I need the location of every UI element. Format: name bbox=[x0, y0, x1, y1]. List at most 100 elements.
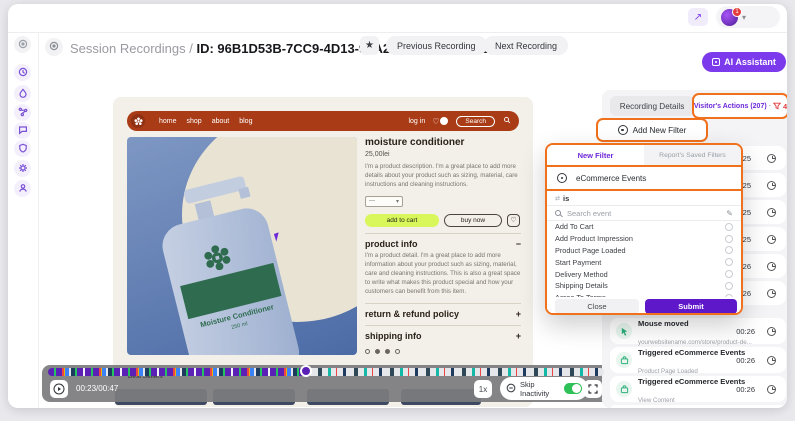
heart-icon: ♡ bbox=[510, 216, 516, 224]
website-search-icon[interactable] bbox=[503, 116, 511, 126]
gear-icon bbox=[18, 160, 28, 178]
divider bbox=[365, 233, 521, 234]
share-button[interactable]: ↗ bbox=[688, 8, 708, 26]
popup-tab-new-filter[interactable]: New Filter bbox=[547, 145, 644, 165]
filter-type-selector[interactable]: eCommerce Events bbox=[547, 165, 741, 191]
clock-icon bbox=[767, 262, 776, 271]
event-option[interactable]: Product Page Loaded bbox=[547, 245, 741, 257]
tab-visitors-actions[interactable]: Visitor's Actions (207) - 4 bbox=[692, 93, 787, 119]
avatar[interactable]: 1 bbox=[721, 9, 738, 26]
shipping-info-accordion[interactable]: shipping info + bbox=[365, 331, 521, 341]
sidebar-item-settings[interactable] bbox=[14, 160, 31, 177]
sidebar-item-heatmaps[interactable] bbox=[14, 85, 31, 102]
add-new-filter-button[interactable]: Add New Filter bbox=[596, 118, 708, 142]
play-button[interactable] bbox=[50, 380, 68, 398]
search-event-input[interactable] bbox=[567, 209, 720, 218]
product-details: moisture conditioner 25,00lei I'm a prod… bbox=[365, 137, 521, 354]
action-row-ecommerce-event[interactable]: Triggered eCommerce EventsView Content 0… bbox=[610, 376, 786, 402]
cart-count-badge[interactable] bbox=[440, 117, 448, 125]
event-option-label: Start Payment bbox=[555, 258, 601, 267]
favorite-button[interactable]: ★ bbox=[360, 36, 379, 55]
previous-recording-button[interactable]: Previous Recording bbox=[386, 36, 487, 55]
event-option[interactable]: Add To Cart bbox=[547, 221, 741, 233]
website-nav-home[interactable]: home bbox=[159, 118, 177, 125]
sidebar-item-privacy[interactable] bbox=[14, 140, 31, 157]
cursor-icon bbox=[616, 323, 632, 339]
ai-assistant-label: AI Assistant bbox=[724, 57, 776, 67]
action-time: 00:26 bbox=[736, 385, 755, 394]
bottle-spout-graphic bbox=[238, 187, 250, 199]
website-search-button[interactable]: Search bbox=[456, 116, 495, 127]
social-icon[interactable] bbox=[375, 349, 380, 354]
ai-chat-icon bbox=[712, 58, 720, 66]
website-nav-blog[interactable]: blog bbox=[239, 118, 252, 125]
event-option[interactable]: Delivery Method bbox=[547, 268, 741, 280]
shield-icon bbox=[18, 140, 28, 158]
nodes-icon bbox=[18, 104, 28, 122]
add-to-cart-button[interactable]: add to cart bbox=[365, 214, 439, 227]
add-new-filter-label: Add New Filter bbox=[633, 126, 687, 135]
operator-icon: ⇄ bbox=[555, 195, 559, 202]
clock-icon bbox=[767, 327, 776, 336]
sidebar-item-profile[interactable] bbox=[14, 180, 31, 197]
popup-tab-saved-filters[interactable]: Report's Saved Filters bbox=[644, 145, 741, 165]
website-nav-about[interactable]: about bbox=[212, 118, 230, 125]
sidebar-item-feedback[interactable] bbox=[14, 122, 31, 139]
wishlist-heart-icon[interactable]: ♡ bbox=[432, 117, 439, 126]
tab-recording-details[interactable]: Recording Details bbox=[610, 96, 694, 116]
product-title: moisture conditioner bbox=[365, 137, 521, 148]
radio-unchecked-icon[interactable] bbox=[725, 258, 733, 266]
social-icon[interactable] bbox=[395, 349, 400, 354]
action-row-mouse-moved[interactable]: Mouse movedyourwebsitename.com/store/pro… bbox=[610, 318, 786, 344]
quantity-dropdown[interactable]: —▾ bbox=[365, 196, 403, 207]
playback-speed-button[interactable]: 1x bbox=[474, 380, 492, 398]
user-icon bbox=[18, 180, 28, 198]
user-menu[interactable]: 1 ▾ bbox=[716, 6, 780, 28]
radio-unchecked-icon[interactable] bbox=[725, 223, 733, 231]
sidebar-item-back[interactable] bbox=[14, 36, 31, 53]
social-icon[interactable] bbox=[365, 349, 370, 354]
fullscreen-button[interactable] bbox=[584, 380, 602, 398]
sidebar-item-funnels[interactable] bbox=[14, 104, 31, 121]
social-icon[interactable] bbox=[385, 349, 390, 354]
action-title: Triggered eCommerce Events bbox=[638, 377, 745, 386]
skip-inactivity-toggle[interactable] bbox=[564, 383, 582, 394]
sidebar-item-dashboard[interactable] bbox=[14, 64, 31, 81]
submit-button[interactable]: Submit bbox=[645, 299, 737, 314]
product-info-accordion[interactable]: product info − bbox=[365, 239, 521, 249]
website-nav-shop[interactable]: shop bbox=[187, 118, 202, 125]
radio-unchecked-icon[interactable] bbox=[725, 246, 733, 254]
back-button[interactable] bbox=[45, 38, 63, 56]
buy-now-button[interactable]: buy now bbox=[444, 214, 502, 227]
action-row-ecommerce-event[interactable]: Triggered eCommerce EventsProduct Page L… bbox=[610, 347, 786, 373]
next-recording-button[interactable]: Next Recording bbox=[484, 36, 568, 55]
breadcrumb: Session Recordings / bbox=[70, 41, 196, 56]
radio-unchecked-icon[interactable] bbox=[725, 235, 733, 243]
timeline-scrubber[interactable] bbox=[48, 368, 604, 376]
search-icon bbox=[555, 210, 561, 216]
share-icon: ↗ bbox=[694, 12, 702, 23]
shipping-info-title: shipping info bbox=[365, 331, 422, 341]
event-option[interactable]: Shipping Details bbox=[547, 280, 741, 292]
wishlist-button[interactable]: ♡ bbox=[507, 214, 520, 227]
clock-icon bbox=[767, 289, 776, 298]
ai-assistant-button[interactable]: AI Assistant bbox=[702, 52, 786, 72]
event-option[interactable]: Add Product Impression bbox=[547, 233, 741, 245]
playhead-handle[interactable] bbox=[300, 365, 312, 377]
action-row-partial[interactable]: Mouse moved bbox=[610, 405, 786, 408]
radio-unchecked-icon[interactable] bbox=[725, 270, 733, 278]
visitors-actions-label: Visitor's Actions (207) bbox=[694, 103, 767, 110]
skip-inactivity-control[interactable]: Skip Inactivity bbox=[500, 377, 588, 400]
website-logo-flower-icon bbox=[131, 114, 145, 128]
website-login-link[interactable]: log in bbox=[408, 118, 425, 125]
return-refund-accordion[interactable]: return & refund policy + bbox=[365, 309, 521, 319]
operator-row[interactable]: ⇄ is bbox=[547, 191, 741, 205]
close-button[interactable]: Close bbox=[555, 299, 639, 314]
radio-unchecked-icon[interactable] bbox=[725, 282, 733, 290]
event-option[interactable]: Start Payment bbox=[547, 256, 741, 268]
dash: - bbox=[769, 103, 771, 110]
app-window: ↗ 1 ▾ Session Recordings / ID: 96B1D53B-… bbox=[8, 4, 787, 408]
sidebar-divider bbox=[38, 32, 39, 408]
collapse-icon: − bbox=[516, 239, 521, 249]
pencil-icon[interactable]: ✎ bbox=[726, 209, 733, 218]
